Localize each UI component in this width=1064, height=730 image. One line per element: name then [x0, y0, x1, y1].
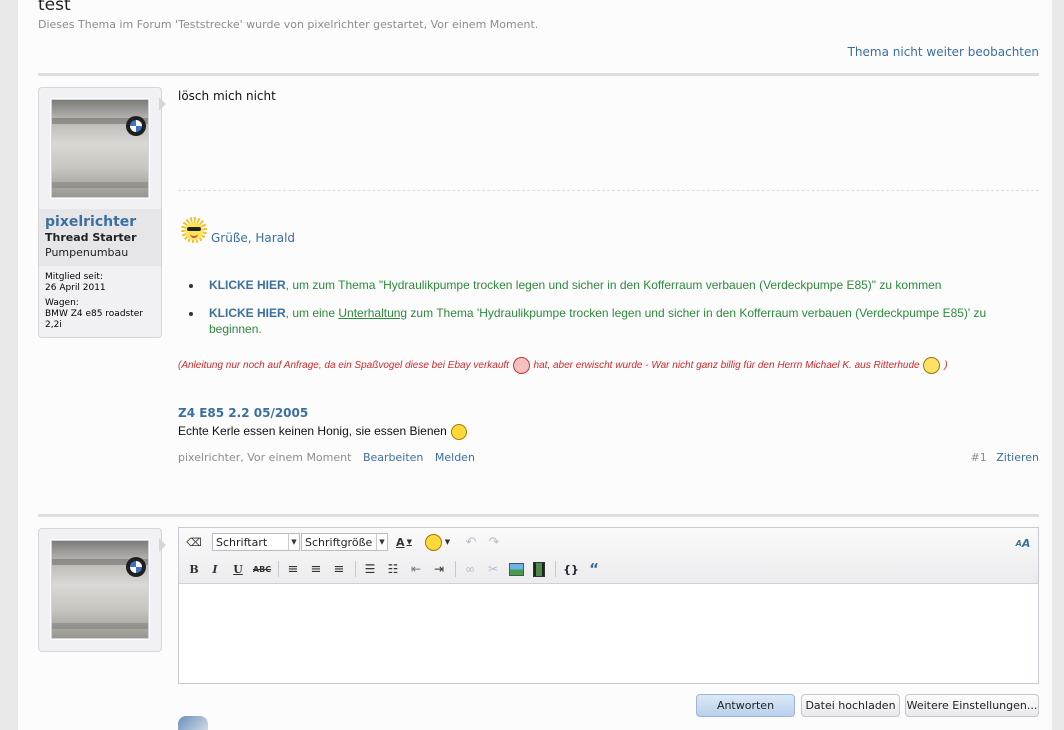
page: test Dieses Thema im Forum 'Teststrecke'…	[18, 0, 1052, 730]
list-item: KLICKE HIER, um zum Thema "Hydraulikpump…	[203, 277, 1023, 293]
bmw-logo-icon	[126, 116, 146, 136]
code-icon[interactable]: {}	[560, 560, 582, 578]
username-link[interactable]: pixelrichter	[45, 214, 136, 230]
upload-file-button[interactable]: Datei hochladen	[801, 694, 900, 717]
link-icon[interactable]: ∞	[460, 560, 480, 578]
post-meta: pixelrichter, Vor einem Moment Bearbeite…	[178, 451, 475, 464]
more-options-button[interactable]: Weitere Einstellungen...	[905, 694, 1039, 717]
wink-smiley-icon	[451, 424, 468, 440]
member-since-value: 26 April 2011	[45, 283, 106, 293]
meta-author[interactable]: pixelrichter	[178, 451, 240, 464]
remove-format-icon[interactable]: AA	[1013, 533, 1033, 553]
unwatch-thread-link[interactable]: Thema nicht weiter beobachten	[848, 45, 1039, 59]
link-list: KLICKE HIER, um zum Thema "Hydraulikpump…	[193, 277, 1023, 349]
undo-icon[interactable]: ↶	[462, 533, 480, 551]
outdent-icon[interactable]: ⇤	[406, 560, 426, 578]
notice-part2: hat, aber erwischt wurde - War nicht gan…	[533, 360, 920, 372]
reply-editor: ⌫ Schriftart ▼ Schriftgröße ▼ A ▼ ▼ ↶ ↷ AA …	[178, 527, 1039, 684]
redo-icon[interactable]: ↷	[485, 533, 503, 551]
notice-text: (Anleitung nur noch auf Anfrage, da ein …	[178, 357, 948, 374]
user-title: Thread Starter	[45, 231, 137, 244]
bmw-logo-icon	[126, 557, 146, 577]
toolbar-separator	[455, 561, 456, 577]
media-icon[interactable]	[529, 560, 549, 578]
toolbar-separator	[355, 561, 356, 577]
car-label: Wagen:	[45, 298, 79, 308]
notice-part1: (Anleitung nur noch auf Anfrage, da ein …	[178, 360, 509, 372]
text-color-icon[interactable]: A ▼	[391, 533, 417, 551]
cool-sun-smiley-icon	[181, 217, 207, 243]
klick-hier-link[interactable]: KLICKE HIER	[209, 278, 286, 292]
post-controls-right: #1 Zitieren	[971, 451, 1039, 464]
post-message: lösch mich nicht	[178, 89, 276, 103]
align-right-icon[interactable]: ≡	[329, 560, 349, 578]
user-info: pixelrichter Thread Starter Pumpenumbau	[39, 209, 161, 266]
editor-toolbar: ⌫ Schriftart ▼ Schriftgröße ▼ A ▼ ▼ ↶ ↷ AA …	[179, 528, 1038, 584]
divider	[38, 73, 1039, 76]
signature-text-content: Echte Kerle essen keinen Honig, sie esse…	[178, 424, 447, 439]
bold-icon[interactable]: B	[185, 560, 203, 578]
reply-avatar[interactable]	[51, 540, 149, 639]
smiley-menu-icon[interactable]: ▼	[421, 533, 453, 551]
list-item: KLICKE HIER, um eine Unterhaltung zum Th…	[203, 305, 1023, 337]
editor-textarea[interactable]	[179, 584, 1038, 682]
car-value-line2: 2,2i	[45, 320, 62, 330]
avatar[interactable]	[51, 99, 149, 198]
conversation-link[interactable]: Unterhaltung	[338, 306, 407, 320]
thread-title: test	[38, 0, 71, 15]
underline-icon[interactable]: U	[229, 560, 247, 578]
align-left-icon[interactable]: ≡	[283, 560, 303, 578]
italic-icon[interactable]: I	[206, 560, 224, 578]
toolbar-separator	[555, 561, 556, 577]
bullet-text: , um eine	[285, 306, 339, 320]
meta-time[interactable]: Vor einem Moment	[247, 451, 351, 464]
angry-smiley-icon	[512, 357, 530, 374]
font-select-label: Schriftart	[216, 536, 268, 549]
post-user-block: pixelrichter Thread Starter Pumpenumbau …	[38, 87, 162, 338]
reply-user-block	[38, 528, 162, 652]
divider	[38, 514, 1039, 517]
car-value-line1: BMW Z4 e85 roadster	[45, 309, 143, 319]
font-select[interactable]: Schriftart ▼	[212, 533, 300, 551]
greeting: Grüße, Harald	[211, 231, 296, 245]
eraser-icon[interactable]: ⌫	[185, 533, 203, 551]
member-since-label: Mitglied seit:	[45, 272, 103, 282]
attachment-icon[interactable]	[178, 716, 208, 730]
toolbar-separator	[278, 561, 279, 577]
notice-end: )	[944, 360, 948, 372]
thread-subtitle: Dieses Thema im Forum 'Teststrecke' wurd…	[38, 18, 539, 31]
user-banner: Pumpenumbau	[45, 246, 129, 259]
numbered-list-icon[interactable]: ☷	[383, 560, 403, 578]
reply-arrow	[159, 538, 166, 552]
signature-title: Z4 E85 2.2 05/2005	[178, 406, 309, 420]
font-size-select[interactable]: Schriftgröße ▼	[301, 533, 388, 551]
edit-link[interactable]: Bearbeiten	[363, 451, 423, 464]
indent-icon[interactable]: ⇥	[429, 560, 449, 578]
align-center-icon[interactable]: ≡	[306, 560, 326, 578]
bulleted-list-icon[interactable]: ☰	[360, 560, 380, 578]
chevron-down-icon: ▼	[288, 534, 299, 550]
bullet-text: , um zum Thema "Hydraulikpumpe trocken l…	[285, 278, 942, 292]
unlink-icon[interactable]: ✂	[483, 560, 503, 578]
chevron-down-icon: ▼	[376, 534, 387, 550]
quote-icon[interactable]: “	[584, 560, 604, 578]
strikethrough-icon[interactable]: ABC	[251, 560, 273, 578]
signature-divider	[178, 190, 1039, 191]
report-link[interactable]: Melden	[435, 451, 475, 464]
signature-text: Echte Kerle essen keinen Honig, sie esse…	[178, 424, 468, 440]
font-size-select-label: Schriftgröße	[305, 536, 373, 549]
post-arrow	[159, 97, 166, 111]
post-number[interactable]: #1	[971, 451, 987, 464]
grin-smiley-icon	[923, 357, 941, 374]
reply-button[interactable]: Antworten	[696, 694, 795, 717]
image-icon[interactable]	[506, 560, 526, 578]
klick-hier-link[interactable]: KLICKE HIER	[209, 306, 286, 320]
quote-link[interactable]: Zitieren	[996, 451, 1039, 464]
